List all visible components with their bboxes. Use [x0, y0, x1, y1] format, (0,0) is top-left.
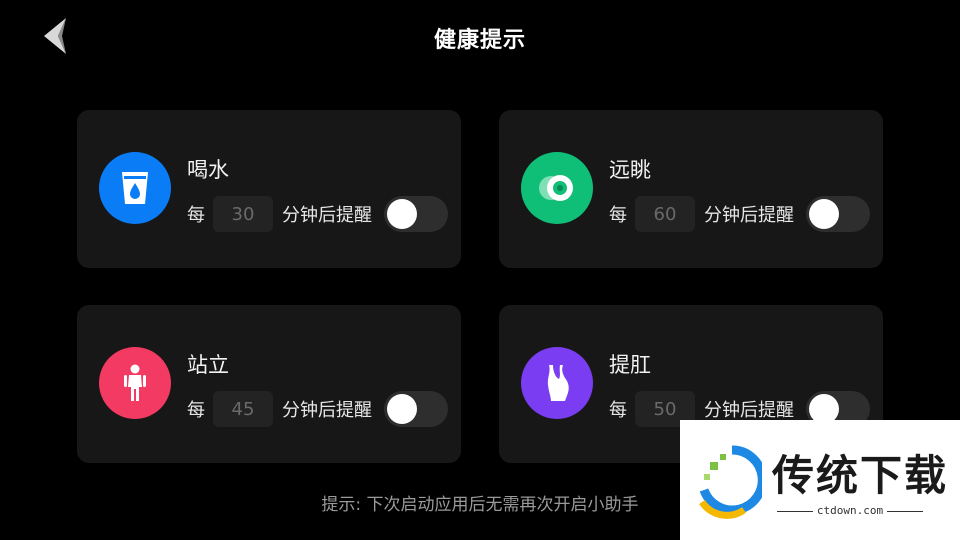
watermark-url: ctdown.com [772, 504, 928, 517]
watermark-overlay: 传统下载 ctdown.com [680, 420, 960, 540]
reminder-name: 喝水 [187, 158, 229, 182]
remind-after-label: 分钟后提醒 [282, 400, 372, 421]
remind-after-label: 分钟后提醒 [704, 400, 794, 421]
reminder-name: 提肛 [609, 353, 651, 377]
page-title: 健康提示 [433, 28, 526, 53]
reminder-toggle[interactable] [384, 196, 448, 232]
water-cup-icon [99, 152, 171, 224]
reminder-name: 站立 [187, 353, 229, 377]
reminder-card-distance-view: 远眺 每 分钟后提醒 [499, 110, 883, 268]
every-label: 每 [187, 400, 205, 421]
reminder-card-stand: 站立 每 分钟后提醒 [77, 305, 461, 463]
eye-icon [521, 152, 593, 224]
body-figure-icon [521, 347, 593, 419]
watermark-logo-icon [699, 445, 762, 519]
every-label: 每 [609, 400, 627, 421]
reminder-name: 远眺 [609, 158, 651, 182]
watermark-text: 传统下载 [772, 451, 949, 500]
standing-person-icon [99, 347, 171, 419]
remind-after-label: 分钟后提醒 [704, 205, 794, 226]
toggle-knob [387, 394, 417, 424]
minutes-input[interactable] [213, 391, 273, 427]
every-label: 每 [609, 205, 627, 226]
remind-after-label: 分钟后提醒 [282, 205, 372, 226]
toggle-knob [809, 199, 839, 229]
minutes-input[interactable] [213, 196, 273, 232]
every-label: 每 [187, 205, 205, 226]
minutes-input[interactable] [635, 196, 695, 232]
reminder-toggle[interactable] [806, 196, 870, 232]
toggle-knob [387, 199, 417, 229]
reminder-toggle[interactable] [384, 391, 448, 427]
reminder-card-water: 喝水 每 分钟后提醒 [77, 110, 461, 268]
